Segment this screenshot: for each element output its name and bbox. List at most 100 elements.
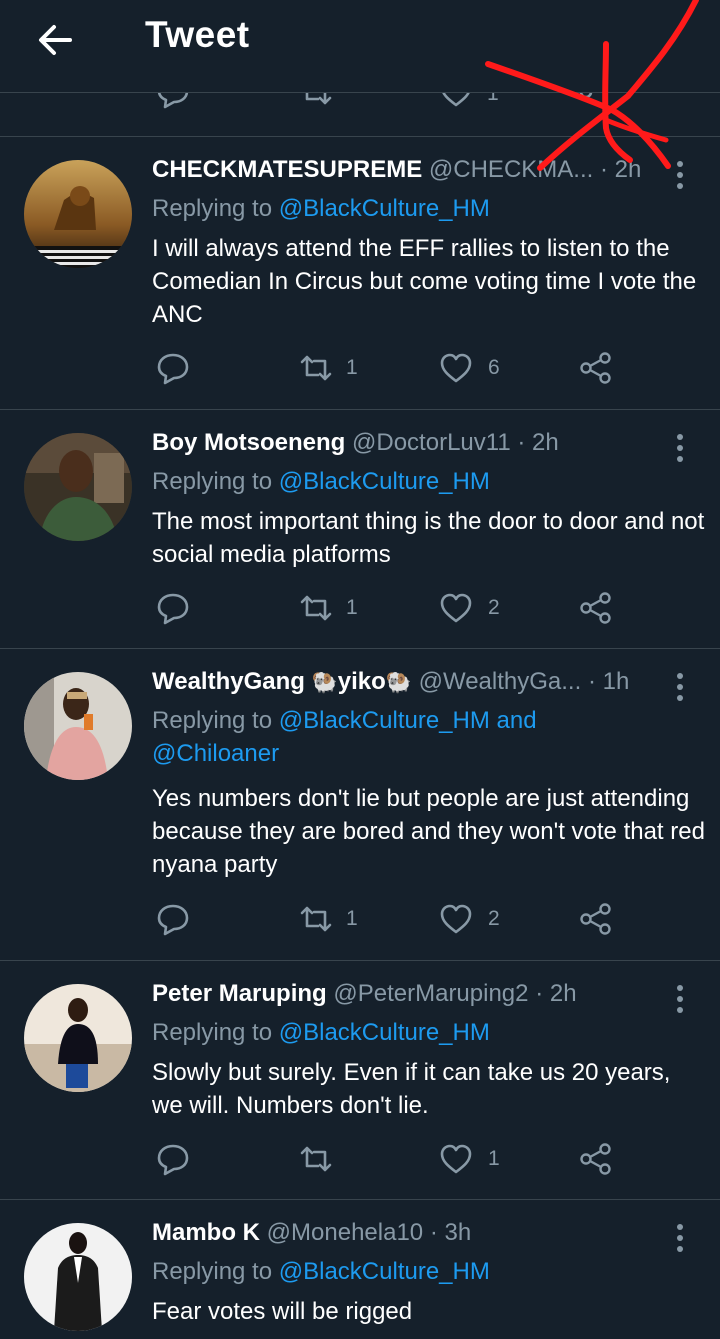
user-handle[interactable]: @WealthyGa...	[419, 668, 582, 695]
tweet-reply[interactable]: WealthyGang 🐏yiko🐏 @WealthyGa... · 1h Re…	[0, 649, 720, 961]
share-icon	[580, 1143, 611, 1175]
share-icon	[580, 903, 611, 935]
display-name[interactable]: Mambo K	[152, 1219, 260, 1246]
retweet-button[interactable]: 1	[298, 350, 378, 390]
mention-link[interactable]: @BlackCulture_HM	[279, 1258, 490, 1285]
tweet-header: Boy Motsoeneng @DoctorLuv11 · 2h	[152, 429, 662, 465]
avatar[interactable]	[24, 160, 132, 268]
more-options-button[interactable]	[670, 669, 690, 705]
more-options-button[interactable]	[670, 430, 690, 466]
tweet-reply[interactable]: Mambo K @Monehela10 · 3h Replying to @Bl…	[0, 1200, 720, 1339]
share-icon[interactable]	[578, 92, 614, 110]
replying-to-label: Replying to	[152, 1019, 279, 1046]
avatar[interactable]	[24, 984, 132, 1092]
like-icon	[440, 593, 472, 623]
display-name-suffix[interactable]: yiko	[338, 668, 386, 695]
reply-icon	[157, 593, 189, 625]
tweet-text: Yes numbers don't lie but people are jus…	[152, 785, 705, 878]
mention-link[interactable]: @BlackCulture_HM	[279, 1019, 490, 1046]
display-name[interactable]: Peter Maruping	[152, 980, 327, 1007]
like-button[interactable]: 2	[438, 590, 518, 630]
display-name[interactable]: WealthyGang	[152, 668, 305, 695]
retweet-button[interactable]	[298, 1141, 358, 1181]
reply-icon	[157, 353, 189, 385]
share-button[interactable]	[578, 1141, 618, 1181]
tweet-reply[interactable]: CHECKMATESUPREME @CHECKMA... · 2h Replyi…	[0, 137, 720, 410]
timestamp: · 2h	[599, 156, 642, 183]
reply-button[interactable]	[155, 590, 215, 630]
tweet-header: WealthyGang 🐏yiko🐏 @WealthyGa... · 1h	[152, 668, 662, 704]
retweet-icon	[300, 906, 332, 932]
share-icon	[580, 592, 611, 624]
user-handle[interactable]: @CHECKMA...	[429, 156, 593, 183]
avatar[interactable]	[24, 433, 132, 541]
share-button[interactable]	[578, 901, 618, 941]
more-options-button[interactable]	[670, 157, 690, 193]
retweet-button[interactable]: 1	[298, 901, 378, 941]
reply-button[interactable]	[155, 901, 215, 941]
share-button[interactable]	[578, 350, 618, 390]
more-vertical-icon	[677, 1224, 683, 1252]
like-count: 6	[488, 356, 500, 379]
replying-to: Replying to @BlackCulture_HM	[152, 1255, 702, 1288]
retweet-icon	[300, 595, 332, 621]
retweet-icon	[300, 355, 332, 381]
like-icon	[440, 353, 472, 383]
retweet-count: 1	[346, 596, 358, 619]
avatar[interactable]	[24, 1223, 132, 1331]
back-button[interactable]	[30, 18, 80, 62]
display-name[interactable]: Boy Motsoeneng	[152, 429, 345, 456]
replying-to: Replying to @BlackCulture_HM	[152, 192, 702, 225]
reply-button[interactable]	[155, 350, 215, 390]
tweet-text: The most important thing is the door to …	[152, 508, 705, 568]
share-icon	[580, 352, 611, 384]
like-icon	[440, 1144, 472, 1174]
replying-to-label: Replying to	[152, 468, 279, 495]
mention-link[interactable]: @BlackCulture_HM	[279, 195, 490, 222]
like-button[interactable]: 2	[438, 901, 518, 941]
retweet-icon[interactable]	[298, 92, 334, 110]
like-count: 1	[487, 92, 499, 105]
tweet-reply[interactable]: Boy Motsoeneng @DoctorLuv11 · 2h Replyin…	[0, 410, 720, 649]
more-options-button[interactable]	[670, 1220, 690, 1256]
page-title: Tweet	[145, 14, 250, 55]
tweet-text: Slowly but surely. Even if it can take u…	[152, 1059, 671, 1119]
more-options-button[interactable]	[670, 981, 690, 1017]
tweet-header: Mambo K @Monehela10 · 3h	[152, 1219, 662, 1255]
replying-to: Replying to @BlackCulture_HM	[152, 465, 702, 498]
reply-icon	[157, 1144, 189, 1176]
retweet-count: 1	[346, 356, 358, 379]
more-vertical-icon	[677, 985, 683, 1013]
like-button[interactable]: 6	[438, 350, 518, 390]
previous-tweet-actions: 1	[0, 92, 720, 137]
avatar[interactable]	[24, 672, 132, 780]
like-icon[interactable]	[438, 92, 474, 110]
tweet-text: Fear votes will be rigged	[152, 1298, 413, 1325]
replying-to: Replying to @BlackCulture_HM and @Chiloa…	[152, 704, 572, 770]
ram-emoji: 🐏	[311, 670, 338, 694]
replying-to-label: Replying to	[152, 707, 279, 734]
user-handle[interactable]: @Monehela10	[267, 1219, 423, 1246]
display-name[interactable]: CHECKMATESUPREME	[152, 156, 422, 183]
replying-to-label: Replying to	[152, 195, 279, 222]
tweet-text: I will always attend the EFF rallies to …	[152, 235, 697, 328]
like-button[interactable]: 1	[438, 1141, 518, 1181]
tweet-reply[interactable]: Peter Maruping @PeterMaruping2 · 2h Repl…	[0, 961, 720, 1200]
timestamp: · 1h	[587, 668, 630, 695]
reply-button[interactable]	[155, 1141, 215, 1181]
reply-icon	[157, 904, 189, 936]
like-count: 2	[488, 907, 500, 930]
replying-to-label: Replying to	[152, 1258, 279, 1285]
tweet-header: CHECKMATESUPREME @CHECKMA... · 2h	[152, 156, 662, 192]
replying-to: Replying to @BlackCulture_HM	[152, 1016, 702, 1049]
more-vertical-icon	[677, 673, 683, 701]
share-button[interactable]	[578, 590, 618, 630]
back-arrow-icon	[39, 25, 72, 55]
user-handle[interactable]: @PeterMaruping2	[333, 980, 528, 1007]
mention-link[interactable]: @BlackCulture_HM	[279, 468, 490, 495]
retweet-button[interactable]: 1	[298, 590, 378, 630]
user-handle[interactable]: @DoctorLuv11	[352, 429, 511, 456]
reply-icon[interactable]	[155, 92, 191, 110]
more-vertical-icon	[677, 434, 683, 462]
timestamp: · 2h	[517, 429, 559, 456]
